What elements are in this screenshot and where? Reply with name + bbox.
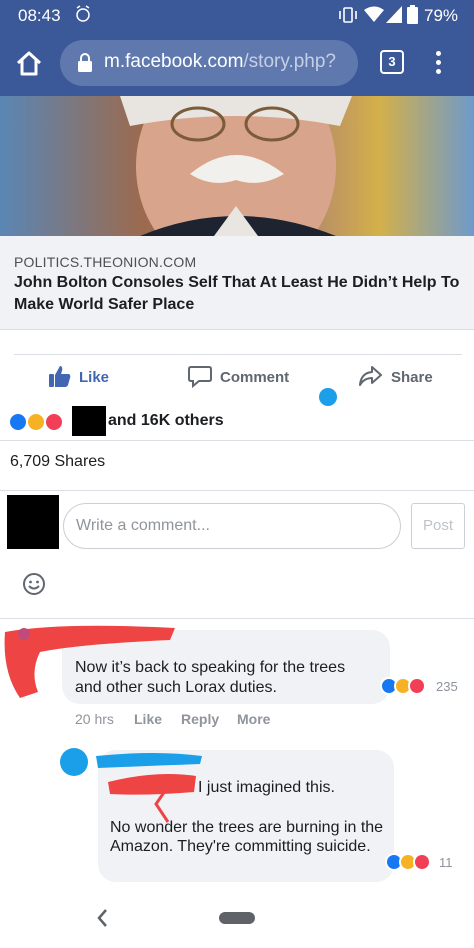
divider <box>14 354 462 355</box>
share-icon <box>359 366 382 386</box>
love-icon <box>44 412 64 432</box>
divider <box>0 490 474 491</box>
reactions-summary[interactable]: and 16K others <box>0 404 474 438</box>
comment-input[interactable]: Write a comment... <box>63 503 401 549</box>
love-icon <box>408 677 426 695</box>
thumbs-up-icon <box>49 366 71 387</box>
home-icon[interactable] <box>14 48 44 78</box>
reaction-count: 11 <box>439 855 453 870</box>
status-bar: 08:43 79% <box>0 0 474 30</box>
comment-placeholder: Write a comment... <box>76 517 210 534</box>
divider <box>0 440 474 441</box>
like-icon <box>8 412 28 432</box>
link-title[interactable]: John Bolton Consoles Self That At Least … <box>14 272 464 316</box>
redaction-scribble-blue-red <box>60 748 202 823</box>
love-icon <box>413 853 431 871</box>
comment-time: 20 hrs <box>75 711 114 727</box>
url-text: m.facebook.com/story.php? <box>104 51 336 73</box>
signal-icon <box>386 6 402 23</box>
shares-count[interactable]: 6,709 Shares <box>10 453 105 471</box>
tab-switcher-button[interactable]: 3 <box>380 50 404 74</box>
redacted-name <box>72 406 106 436</box>
battery-icon <box>407 5 418 24</box>
reactions-text: and 16K others <box>108 412 224 429</box>
post-button[interactable]: Post <box>411 503 465 549</box>
battery-percent: 79% <box>424 6 459 25</box>
haha-icon <box>26 412 46 432</box>
link-preview[interactable]: POLITICS.THEONION.COM John Bolton Consol… <box>0 236 474 330</box>
comment-label: Comment <box>220 369 290 386</box>
alarm-icon <box>76 5 90 22</box>
browser-toolbar: m.facebook.com/story.php? 3 <box>0 30 474 96</box>
status-time: 08:43 <box>18 6 61 25</box>
redaction-scribble-red <box>4 625 176 698</box>
home-gesture-pill[interactable] <box>219 912 255 924</box>
avatar-redacted <box>7 495 59 549</box>
url-domain: m.facebook.com <box>104 51 244 72</box>
reaction-count: 235 <box>436 679 458 694</box>
wifi-icon <box>364 6 384 22</box>
navigation-bar <box>0 890 474 948</box>
link-domain: POLITICS.THEONION.COM <box>14 254 197 270</box>
reply-first-line: I just imagined this. <box>198 779 335 796</box>
emoji-icon[interactable] <box>22 572 46 596</box>
like-label: Like <box>79 369 110 386</box>
comment-more-link[interactable]: More <box>237 711 270 727</box>
lock-icon <box>78 53 92 72</box>
back-icon[interactable] <box>94 906 110 930</box>
overflow-menu-icon[interactable] <box>430 48 446 78</box>
comment-like-link[interactable]: Like <box>134 711 162 727</box>
url-field[interactable]: m.facebook.com/story.php? <box>60 40 358 86</box>
comment-icon <box>188 366 212 388</box>
vibrate-icon <box>339 7 357 23</box>
share-label: Share <box>391 369 433 386</box>
comment-reply-link[interactable]: Reply <box>181 711 219 727</box>
url-path: /story.php? <box>243 51 336 72</box>
article-photo[interactable] <box>0 96 474 236</box>
